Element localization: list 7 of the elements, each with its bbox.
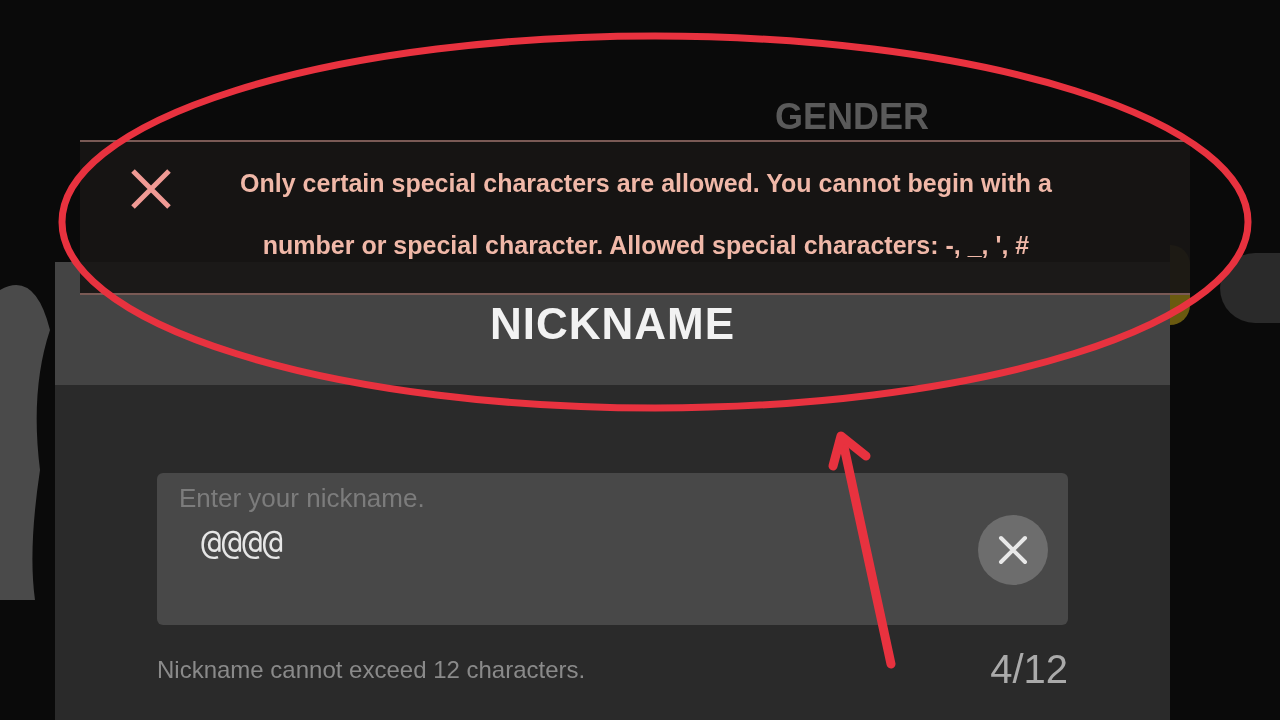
dialog-title: NICKNAME bbox=[489, 298, 736, 349]
error-message: Only certain special characters are allowed. You cannot begin with a number or special character. Allowed special characters: -, _, ', # bbox=[239, 168, 1053, 261]
round-button-edge bbox=[1220, 253, 1280, 323]
nickname-value: @@@@ bbox=[200, 522, 284, 562]
character-counter: 4/12 bbox=[990, 647, 1068, 692]
length-hint: Nickname cannot exceed 12 characters. bbox=[157, 655, 586, 684]
gender-label: GENDER bbox=[775, 96, 930, 138]
